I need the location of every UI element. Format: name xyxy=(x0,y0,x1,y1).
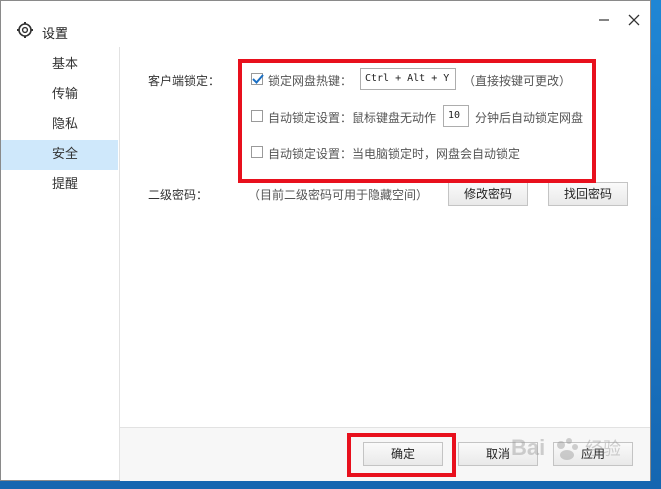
ok-button[interactable]: 确定 xyxy=(363,442,443,466)
security-panel: 客户端锁定： 锁定网盘热键： Ctrl + Alt + Y （直接按键可更改） … xyxy=(120,47,650,427)
auto-lock-idle-checkbox[interactable] xyxy=(251,110,263,122)
apply-button[interactable]: 应用 xyxy=(553,442,633,466)
idle-minutes-input[interactable]: 10 xyxy=(443,105,469,127)
secondary-password-hint: （目前二级密码可用于隐藏空间） xyxy=(248,188,429,202)
settings-window: 设置 基本 传输 隐私 安全 提醒 客户端锁定： 锁定网盘热键： Ctrl + … xyxy=(0,0,651,481)
auto-lock-idle-suffix: 分钟后自动锁定网盘 xyxy=(475,111,584,125)
sidebar-item-reminder[interactable]: 提醒 xyxy=(1,170,118,200)
settings-sidebar: 基本 传输 隐私 安全 提醒 xyxy=(1,47,120,480)
client-lock-label: 客户端锁定： xyxy=(148,74,221,88)
close-button[interactable] xyxy=(623,9,645,31)
sidebar-item-privacy[interactable]: 隐私 xyxy=(1,110,118,140)
auto-lock-idle-label: 自动锁定设置：鼠标键盘无动作 xyxy=(268,111,437,125)
modify-password-button[interactable]: 修改密码 xyxy=(448,182,528,206)
gear-icon xyxy=(16,21,34,39)
close-icon xyxy=(628,14,640,26)
auto-lock-pc-checkbox[interactable] xyxy=(251,146,263,158)
sidebar-item-security[interactable]: 安全 xyxy=(1,140,118,170)
cancel-button[interactable]: 取消 xyxy=(458,442,538,466)
hotkey-hint: （直接按键可更改） xyxy=(463,74,572,88)
hotkey-checkbox[interactable] xyxy=(251,73,264,85)
sidebar-item-basic[interactable]: 基本 xyxy=(1,50,118,80)
recover-password-button[interactable]: 找回密码 xyxy=(548,182,628,206)
dialog-footer: 确定 取消 应用 xyxy=(120,427,650,481)
minimize-button[interactable] xyxy=(593,9,615,31)
auto-lock-pc-label: 自动锁定设置：当电脑锁定时，网盘会自动锁定 xyxy=(268,147,521,161)
hotkey-label: 锁定网盘热键： xyxy=(268,74,353,88)
window-title: 设置 xyxy=(42,27,69,42)
checkmark-icon xyxy=(252,74,264,84)
sidebar-item-transfer[interactable]: 传输 xyxy=(1,80,118,110)
title-bar: 设置 xyxy=(1,1,650,45)
secondary-password-label: 二级密码： xyxy=(148,188,209,202)
hotkey-input[interactable]: Ctrl + Alt + Y xyxy=(360,68,456,90)
